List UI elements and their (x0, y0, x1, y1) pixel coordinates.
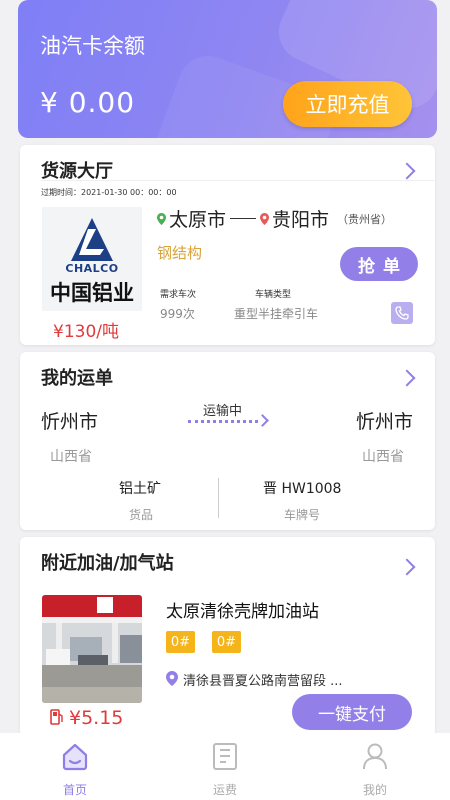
route-line (230, 218, 257, 219)
cargo-route: 太原市 贵阳市 （贵州省） (157, 205, 392, 232)
station-section-title: 附近加油/加气站 (41, 553, 174, 574)
chevron-right-icon[interactable] (398, 558, 416, 576)
origin-city: 太原市 (169, 209, 227, 231)
chevron-right-icon[interactable] (398, 369, 416, 387)
chalco-logo-icon (71, 218, 113, 261)
trips-needed-label: 需求车次 (160, 290, 197, 300)
logo-chinese-text: 中国铝业 (50, 281, 134, 305)
vehicle-type-value: 重型半挂牵引车 (234, 307, 319, 321)
bottom-tab-bar: 首页 运费 我的 (0, 733, 450, 800)
tab-freight[interactable]: 运费 (150, 733, 300, 800)
arrow-right-icon (256, 414, 269, 427)
grab-order-button[interactable]: 抢单 (340, 247, 418, 281)
fuel-price: ¥5.15 (69, 707, 124, 729)
plate-number-value: 晋 HW1008 (263, 481, 342, 497)
goods-label: 货品 (129, 508, 154, 522)
plate-number-label: 车牌号 (284, 508, 321, 522)
tab-home-label: 首页 (62, 783, 87, 797)
fuel-type-badge: 0# (212, 631, 241, 653)
recharge-button[interactable]: 立即充值 (283, 81, 412, 127)
waybill-destination-province: 山西省 (362, 449, 404, 465)
logo-english-text: CHALCO (65, 262, 119, 275)
tab-home[interactable]: 首页 (0, 733, 150, 800)
cargo-price: ¥130/吨 (53, 322, 119, 342)
fuel-type-badge: 0# (166, 631, 195, 653)
location-pin-icon (166, 671, 178, 686)
balance-amount: ¥ 0.00 (40, 86, 136, 119)
origin-pin-icon (157, 212, 166, 225)
expire-time: 过期时间：2021-01-30 00：00：00 (41, 188, 177, 197)
tab-mine-label: 我的 (362, 783, 387, 797)
tab-mine[interactable]: 我的 (300, 733, 450, 800)
home-icon (62, 743, 88, 771)
waybill-status: 运输中 (203, 404, 243, 419)
destination-pin-icon (260, 212, 270, 225)
tab-freight-label: 运费 (212, 783, 237, 797)
cargo-hall-card: 货源大厅 过期时间：2021-01-30 00：00：00 CHALCO 中国铝… (20, 145, 435, 345)
divider (41, 180, 435, 181)
phone-button[interactable] (391, 302, 413, 324)
phone-icon (395, 306, 409, 320)
waybill-destination-city: 忻州市 (355, 411, 413, 433)
one-click-pay-button[interactable]: 一键支付 (292, 694, 412, 730)
fuel-pump-icon (50, 709, 63, 725)
chevron-right-icon[interactable] (398, 162, 416, 180)
destination-province: （贵州省） (337, 212, 393, 226)
station-name: 太原清徐壳牌加油站 (166, 602, 319, 622)
my-waybill-card: 我的运单 忻州市 山西省 运输中 忻州市 山西省 铝土矿 货品 晋 HW1008… (20, 352, 435, 530)
divider (218, 478, 219, 518)
user-icon (363, 743, 387, 770)
destination-city: 贵阳市 (272, 209, 330, 231)
bill-icon (213, 743, 237, 770)
company-logo: CHALCO 中国铝业 (42, 207, 142, 311)
station-photo (42, 595, 142, 703)
fuel-card-balance-card: 油汽卡余额 ¥ 0.00 立即充值 (18, 0, 437, 138)
vehicle-type-label: 车辆类型 (255, 290, 292, 300)
nearby-station-card: 附近加油/加气站 太原清徐壳牌加油站 0# 0# 清徐县晋夏公路南营留段 ...… (20, 537, 435, 737)
balance-title: 油汽卡余额 (40, 34, 145, 58)
waybill-origin-city: 忻州市 (41, 411, 99, 433)
goods-value: 铝土矿 (119, 481, 161, 497)
station-address: 清徐县晋夏公路南营留段 ... (183, 674, 343, 689)
cargo-type: 钢结构 (157, 244, 203, 262)
waybill-title: 我的运单 (41, 368, 113, 389)
waybill-origin-province: 山西省 (50, 449, 92, 465)
trips-needed-value: 999次 (160, 307, 195, 321)
route-dots (188, 420, 258, 423)
